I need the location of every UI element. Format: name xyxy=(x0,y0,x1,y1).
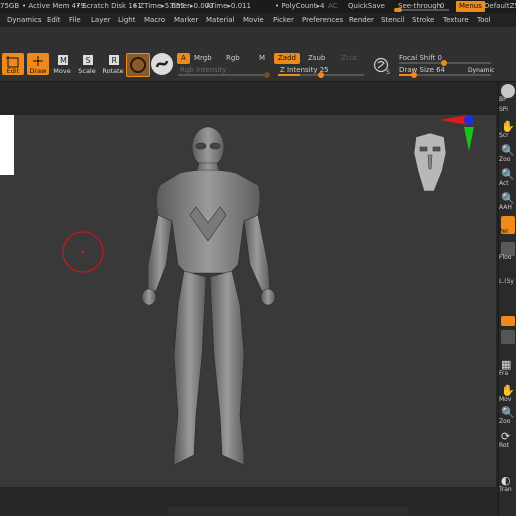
spix-label: SPi xyxy=(499,106,508,113)
zadd-toggle[interactable]: Zadd xyxy=(274,53,300,64)
svg-text:M: M xyxy=(60,56,67,65)
menu-picker[interactable]: Picker xyxy=(273,13,294,27)
scratch-disk-readout: • Scratch Disk 161 xyxy=(76,2,142,10)
menu-movie[interactable]: Movie xyxy=(243,13,264,27)
script-name[interactable]: DefaultZSc xyxy=(484,0,516,13)
atime-readout: ATime▸0.011 xyxy=(206,2,251,10)
menu-tool[interactable]: Tool xyxy=(477,13,491,27)
see-through-slider[interactable] xyxy=(394,8,449,12)
z-intensity-fill xyxy=(278,74,300,76)
document-canvas[interactable] xyxy=(0,115,496,487)
actual-label: Act xyxy=(499,180,509,187)
menu-stroke[interactable]: Stroke xyxy=(412,13,434,27)
zsub-toggle[interactable]: Zsub xyxy=(304,53,329,64)
persp-label: Per xyxy=(499,228,509,235)
focal-shift-slider[interactable] xyxy=(399,60,491,66)
transp-button[interactable] xyxy=(501,330,515,344)
polyf-button[interactable] xyxy=(501,316,515,326)
menu-macro[interactable]: Macro xyxy=(144,13,165,27)
z-intensity-slider[interactable] xyxy=(278,72,364,78)
rgb-intensity-knob[interactable] xyxy=(264,72,270,78)
menu-texture[interactable]: Texture xyxy=(443,13,469,27)
zoom-label: Zoo xyxy=(499,156,511,163)
svg-text:R: R xyxy=(112,56,118,65)
menu-material[interactable]: Material xyxy=(206,13,234,27)
menu-bar: Dynamics Edit File Layer Light Macro Mar… xyxy=(0,13,516,27)
mrgb-toggle[interactable]: Mrgb xyxy=(190,53,216,64)
a-toggle[interactable]: A xyxy=(177,53,190,64)
aahalf-label: AAH xyxy=(499,204,512,211)
menu-file[interactable]: File xyxy=(69,13,81,27)
svg-text:S: S xyxy=(86,56,91,65)
polycount-readout: • PolyCount▸4 xyxy=(275,2,325,10)
zcut-toggle[interactable]: Zcut xyxy=(337,53,361,64)
rotate-label: Rotate xyxy=(102,67,124,75)
spotlight-icon: S xyxy=(373,57,390,76)
menu-dynamics[interactable]: Dynamics xyxy=(7,13,42,27)
see-through-value: 0 xyxy=(440,2,445,10)
canvas-art xyxy=(62,115,474,466)
stroke-thumbnail[interactable] xyxy=(151,53,173,75)
right-shelf: BP SPi ✋ Scr 🔍 Zoo 🔍 Act 🔍 AAH Per Floo … xyxy=(498,82,516,516)
draw-size-knob[interactable] xyxy=(411,72,417,78)
x-axis-arrow xyxy=(440,115,468,125)
menus-button[interactable]: Menus xyxy=(456,1,485,12)
see-through-knob[interactable] xyxy=(394,8,402,12)
brush-cursor xyxy=(62,231,104,273)
zoom3d-label: Zoo xyxy=(499,418,511,425)
rgb-intensity-slider[interactable] xyxy=(178,72,270,78)
transp-label: Tran xyxy=(499,486,512,493)
menu-edit[interactable]: Edit xyxy=(47,13,61,27)
menu-layer[interactable]: Layer xyxy=(91,13,111,27)
rgb-intensity-fill xyxy=(178,74,270,76)
status-bar: 75GB • Active Mem 479 • Scratch Disk 161… xyxy=(0,0,516,13)
left-tray-panel[interactable] xyxy=(0,115,14,175)
ac-label: AC xyxy=(328,2,338,10)
menu-light[interactable]: Light xyxy=(118,13,135,27)
dynamic-toggle[interactable]: Dynamic xyxy=(464,65,498,76)
figure-model[interactable] xyxy=(141,126,276,466)
spotlight-button[interactable]: S xyxy=(373,57,391,76)
see-through-label[interactable]: See-through xyxy=(398,0,441,13)
move-shelf-label: Mov xyxy=(499,396,512,403)
floor-label: Floo xyxy=(499,254,512,261)
menu-stencil[interactable]: Stencil xyxy=(381,13,405,27)
scroll-label: Scr xyxy=(499,132,509,139)
rotate-shelf-label: Rot xyxy=(499,442,509,449)
quicksave-button[interactable]: QuickSave xyxy=(348,0,385,13)
bpr-label: BP xyxy=(499,96,507,103)
lsym-label[interactable]: L.(Sy xyxy=(499,278,514,285)
brush-icon xyxy=(130,57,146,73)
m-toggle[interactable]: M xyxy=(255,53,269,64)
menu-preferences[interactable]: Preferences xyxy=(302,13,343,27)
stroke-icon xyxy=(155,60,169,68)
bottom-shelf xyxy=(168,507,408,516)
menu-render[interactable]: Render xyxy=(349,13,374,27)
frame-label: Fra xyxy=(499,370,509,377)
spotlight-label: S xyxy=(386,69,390,75)
orientation-head-icon[interactable] xyxy=(413,132,447,192)
rgb-toggle[interactable]: Rgb xyxy=(222,53,244,64)
z-axis-dot xyxy=(464,115,474,125)
z-intensity-knob[interactable] xyxy=(318,72,324,78)
brush-thumbnail[interactable] xyxy=(126,53,150,77)
toolbar: Edit Draw M Move S Scale R Rotate A Mrgb… xyxy=(0,27,516,82)
menu-marker[interactable]: Marker xyxy=(174,13,198,27)
mem-readout: 75GB xyxy=(0,2,20,10)
y-axis-arrow xyxy=(464,127,474,151)
